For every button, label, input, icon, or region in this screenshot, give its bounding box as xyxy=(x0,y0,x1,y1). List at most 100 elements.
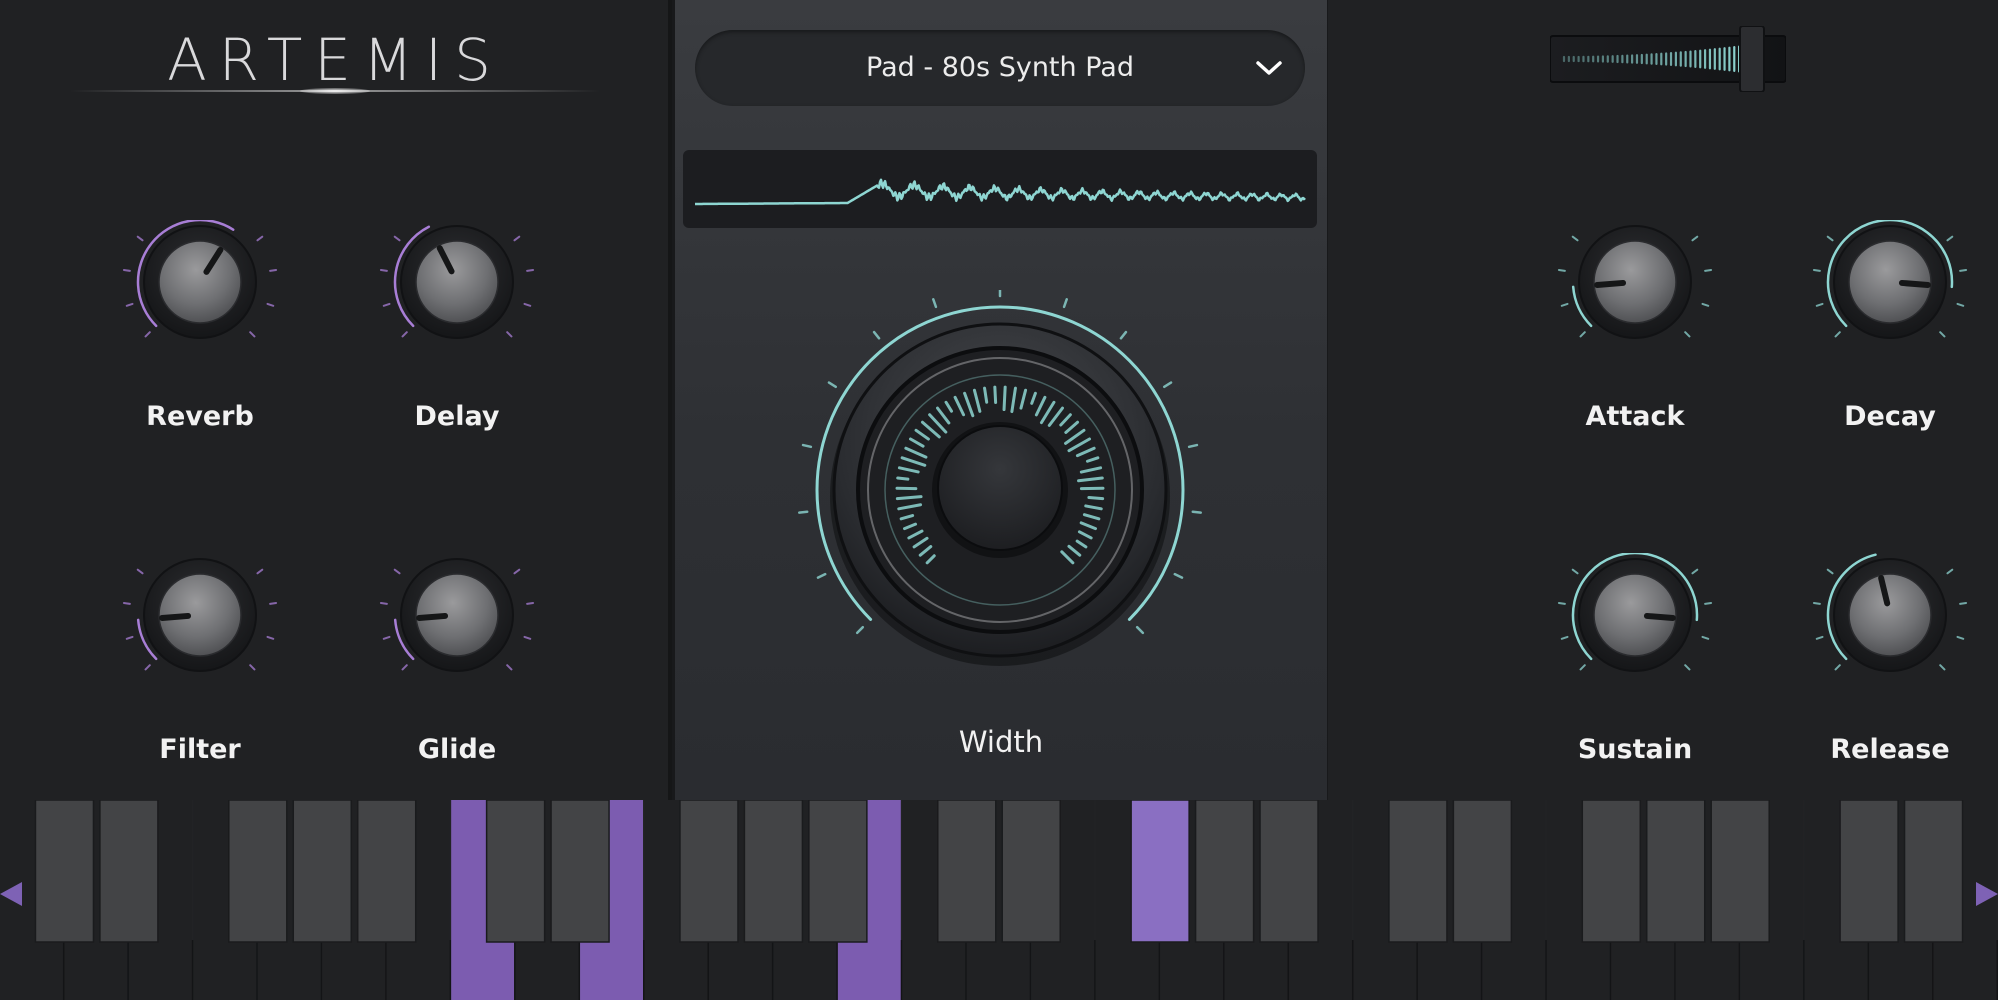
knob-tick xyxy=(136,568,144,575)
glide-knob[interactable] xyxy=(357,553,557,733)
knob-tick xyxy=(125,635,134,640)
triangle-left-icon[interactable] xyxy=(0,882,22,906)
black-key xyxy=(808,800,868,943)
attack-knob[interactable] xyxy=(1535,220,1735,400)
reverb-knob[interactable] xyxy=(100,220,300,400)
release-label: Release xyxy=(1830,734,1950,765)
delay-label: Delay xyxy=(414,401,500,432)
sustain-knob[interactable] xyxy=(1535,553,1735,733)
width-knob-center-cap xyxy=(937,425,1063,551)
knob-tick xyxy=(1812,601,1821,605)
knob-tick xyxy=(122,268,131,272)
black-key xyxy=(1645,800,1706,943)
delay-knob[interactable] xyxy=(357,220,557,400)
black-key xyxy=(1001,800,1061,943)
volume-slider[interactable] xyxy=(1550,26,1786,92)
knob-tick xyxy=(1701,635,1710,640)
knob-tick xyxy=(382,302,391,307)
knob-tick xyxy=(1691,235,1699,242)
width-knob-tick xyxy=(855,625,865,635)
knob-tick xyxy=(1684,664,1691,671)
width-knob[interactable] xyxy=(775,290,1225,690)
reverb-label: Reverb xyxy=(146,401,254,432)
envelope-panel: Attack Decay Sustain Release xyxy=(1328,0,1998,800)
knob-pointer xyxy=(1594,279,1627,288)
knob-tick xyxy=(256,568,264,575)
knob-tick xyxy=(1579,331,1586,338)
black-key xyxy=(1839,800,1899,943)
knob-tick xyxy=(513,235,521,242)
preset-selector[interactable]: Pad - 80s Synth Pad xyxy=(695,30,1305,106)
width-knob-meter-bar xyxy=(1002,385,1007,412)
glide-label: Glide xyxy=(417,734,497,765)
width-knob-tick xyxy=(1173,572,1184,579)
knob-tick xyxy=(1946,568,1954,575)
knob-tick xyxy=(1956,635,1965,640)
piano-keyboard[interactable] xyxy=(0,800,1998,1000)
knob-tick xyxy=(526,601,535,605)
black-key xyxy=(356,800,417,943)
knob-tick xyxy=(1560,302,1569,307)
brand-name: ARTEMIS xyxy=(167,26,503,94)
brand-logo: ARTEMIS xyxy=(70,28,600,98)
knob-tick xyxy=(1684,331,1691,338)
knob-tick xyxy=(1557,601,1566,605)
knob-tick xyxy=(1812,268,1821,272)
knob-tick xyxy=(269,268,278,272)
knob-tick xyxy=(1704,601,1713,605)
knob-tick xyxy=(136,235,144,242)
release-knob[interactable] xyxy=(1790,553,1990,733)
knob-tick xyxy=(1691,568,1699,575)
width-label: Width xyxy=(958,725,1044,759)
attack-control: Attack xyxy=(1535,220,1735,470)
effects-panel: ARTEMIS Reverb Delay Filter Glide xyxy=(0,0,672,800)
piano-keys[interactable] xyxy=(0,800,1998,1000)
knob-tick xyxy=(513,568,521,575)
filter-knob[interactable] xyxy=(100,553,300,733)
knob-tick xyxy=(269,601,278,605)
knob-tick xyxy=(1571,235,1579,242)
width-knob-tick xyxy=(1187,443,1199,449)
black-key xyxy=(1903,800,1964,943)
knob-tick xyxy=(1701,302,1710,307)
knob-tick xyxy=(1560,635,1569,640)
knob-tick xyxy=(144,331,151,338)
knob-pointer xyxy=(159,612,192,621)
brand-underline xyxy=(70,88,600,94)
knob-tick xyxy=(144,664,151,671)
knob-tick xyxy=(379,601,388,605)
knob-tick xyxy=(249,331,256,338)
black-key xyxy=(743,800,804,943)
knob-pointer xyxy=(1643,612,1676,621)
black-key xyxy=(1194,800,1255,943)
width-knob-meter-bar xyxy=(993,385,998,404)
knob-tick xyxy=(393,568,401,575)
black-key xyxy=(1452,800,1513,943)
black-key xyxy=(292,800,353,943)
black-key xyxy=(485,800,546,943)
width-knob-meter-bar xyxy=(983,386,989,404)
width-knob-tick xyxy=(798,510,809,514)
knob-tick xyxy=(379,268,388,272)
black-key xyxy=(550,800,610,943)
decay-label: Decay xyxy=(1844,401,1936,432)
chevron-down-icon[interactable] xyxy=(1253,52,1285,84)
knob-tick xyxy=(526,268,535,272)
knob-tick xyxy=(1959,268,1968,272)
knob-pointer xyxy=(416,612,449,621)
knob-tick xyxy=(249,664,256,671)
decay-knob[interactable] xyxy=(1790,220,1990,400)
main-panel: Pad - 80s Synth Pad Width xyxy=(672,0,1330,800)
knob-tick xyxy=(1579,664,1586,671)
black-key xyxy=(937,800,997,943)
black-key xyxy=(679,800,739,943)
width-knob-tick xyxy=(932,298,938,309)
knob-pointer xyxy=(1898,279,1931,288)
triangle-right-icon[interactable] xyxy=(1976,882,1998,906)
knob-tick xyxy=(1956,302,1965,307)
knob-tick xyxy=(1826,235,1834,242)
knob-tick xyxy=(382,635,391,640)
filter-control: Filter xyxy=(100,553,300,803)
knob-tick xyxy=(401,331,408,338)
width-knob-tick xyxy=(1191,510,1202,514)
